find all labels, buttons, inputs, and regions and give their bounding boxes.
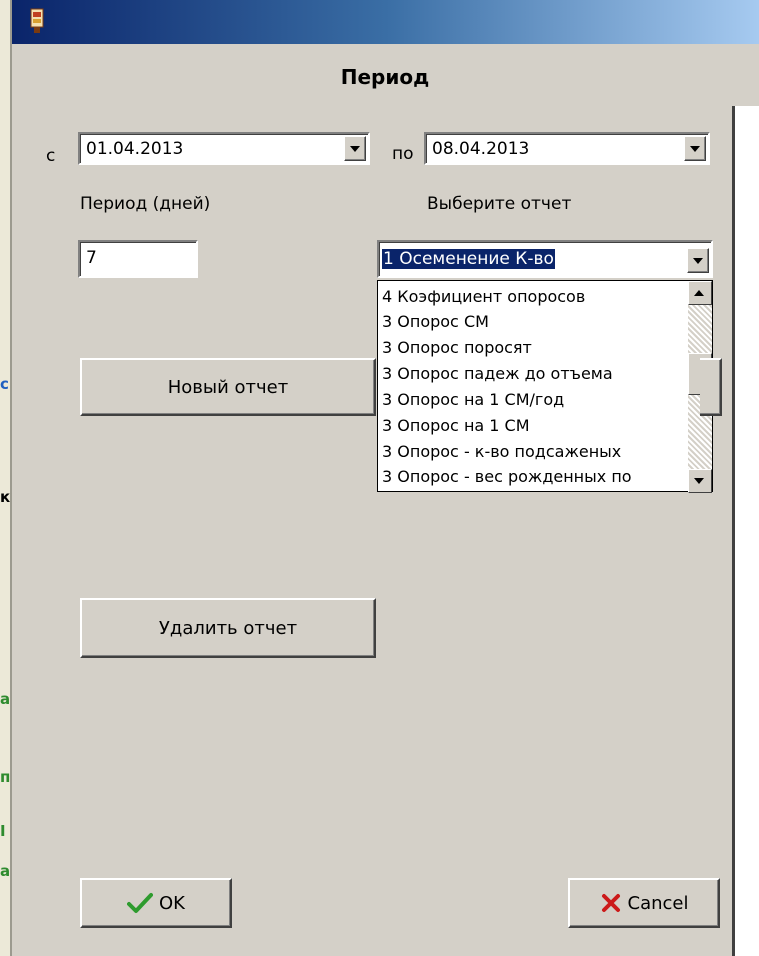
to-label: по: [392, 144, 414, 164]
chevron-down-icon: [693, 258, 703, 264]
cancel-button-label: Cancel: [627, 892, 689, 914]
from-date-value: 01.04.2013: [86, 139, 184, 159]
window-titlebar[interactable]: [12, 0, 759, 44]
report-dropdown-list[interactable]: 4 Коэфициент опоросов 3 Опорос СМ 3 Опор…: [377, 280, 713, 493]
chevron-down-icon: [350, 146, 360, 152]
list-item[interactable]: 3 Опорос на 1 СМ: [382, 416, 530, 435]
cancel-button[interactable]: Cancel: [568, 878, 720, 928]
period-days-label: Период (дней): [80, 194, 211, 214]
chevron-up-icon: [694, 290, 704, 296]
ok-button-label: OK: [159, 892, 185, 914]
bg-fragment-2: к: [0, 488, 11, 506]
report-select-label: Выберите отчет: [427, 194, 572, 214]
background-window-edge: [0, 0, 12, 956]
chevron-down-icon: [690, 146, 700, 152]
period-days-value: 7: [86, 248, 97, 268]
ok-button[interactable]: OK: [80, 878, 232, 928]
bg-fragment-6: а: [0, 862, 11, 880]
bg-fragment-1: с: [0, 375, 9, 393]
hidden-button-edge: [700, 358, 722, 416]
preview-panel-edge: [732, 106, 759, 956]
close-icon: [601, 894, 620, 912]
list-item[interactable]: 4 Коэфициент опоросов: [382, 287, 585, 306]
checkmark-icon: [127, 893, 153, 913]
report-select-combo[interactable]: 1 Осеменение К-во: [377, 240, 713, 278]
new-report-button[interactable]: Новый отчет: [80, 358, 376, 416]
bg-fragment-5: I: [0, 822, 6, 840]
to-date-value: 08.04.2013: [432, 139, 530, 159]
to-date-combo[interactable]: 08.04.2013: [424, 132, 710, 165]
chevron-down-icon: [694, 478, 704, 484]
dialog-body: [12, 44, 759, 956]
list-item[interactable]: 3 Опорос СМ: [382, 312, 489, 331]
report-dropdown-button[interactable]: [687, 248, 709, 273]
from-label: с: [46, 146, 56, 166]
from-date-combo[interactable]: 01.04.2013: [78, 132, 370, 165]
list-item[interactable]: 3 Опорос поросят: [382, 338, 532, 357]
to-date-dropdown-button[interactable]: [684, 136, 706, 161]
list-item[interactable]: 3 Опорос - к-во подсаженых: [382, 442, 621, 461]
app-icon: [30, 8, 44, 33]
period-days-input[interactable]: 7: [78, 240, 198, 278]
scroll-up-button[interactable]: [688, 281, 712, 305]
from-date-dropdown-button[interactable]: [344, 136, 366, 161]
scroll-down-button[interactable]: [688, 469, 712, 493]
bg-fragment-3: а: [0, 690, 11, 708]
list-item[interactable]: 3 Опорос падеж до отъема: [382, 364, 613, 383]
delete-report-button[interactable]: Удалить отчет: [80, 598, 376, 658]
list-item[interactable]: 3 Опорос - вес рожденных по: [382, 467, 632, 486]
dialog-title: Период: [340, 65, 430, 89]
list-item[interactable]: 3 Опорос на 1 СМ/год: [382, 390, 564, 409]
bg-fragment-4: п: [0, 768, 11, 786]
report-selected-value: 1 Осеменение К-во: [382, 249, 555, 269]
